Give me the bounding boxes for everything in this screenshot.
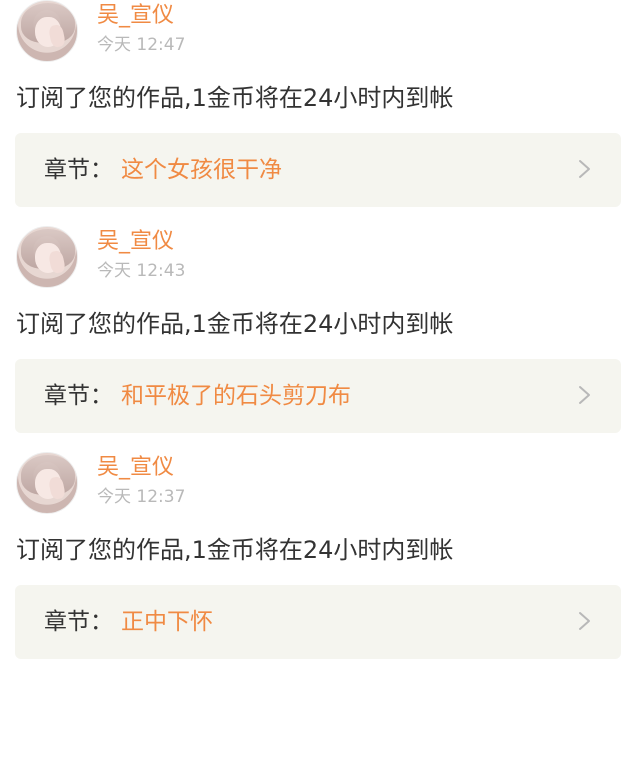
chapter-link[interactable]: 章节： 正中下怀: [15, 585, 621, 659]
notification-message: 订阅了您的作品,1金币将在24小时内到帐: [16, 536, 454, 564]
timestamp: 今天 12:43: [97, 261, 186, 281]
notification-card: 吴_宣仪 今天 12:43 订阅了您的作品,1金币将在24小时内到帐 章节： 和…: [0, 226, 640, 452]
chevron-right-icon: [579, 386, 590, 404]
notification-message: 订阅了您的作品,1金币将在24小时内到帐: [16, 84, 454, 112]
chevron-right-icon: [579, 612, 590, 630]
chapter-title: 这个女孩很干净: [121, 157, 282, 183]
username[interactable]: 吴_宣仪: [97, 456, 174, 480]
timestamp: 今天 12:47: [97, 35, 186, 55]
notification-feed: 吴_宣仪 今天 12:47 订阅了您的作品,1金币将在24小时内到帐 章节： 这…: [0, 0, 640, 678]
notification-message: 订阅了您的作品,1金币将在24小时内到帐: [16, 310, 454, 338]
chevron-right-icon: [579, 160, 590, 178]
chapter-prefix: 章节：: [44, 383, 113, 409]
chapter-link[interactable]: 章节： 和平极了的石头剪刀布: [15, 359, 621, 433]
avatar[interactable]: [16, 226, 78, 288]
chapter-prefix: 章节：: [44, 157, 113, 183]
chapter-title: 正中下怀: [121, 609, 213, 635]
username[interactable]: 吴_宣仪: [97, 230, 174, 254]
chapter-title: 和平极了的石头剪刀布: [121, 383, 351, 409]
notification-card: 吴_宣仪 今天 12:37 订阅了您的作品,1金币将在24小时内到帐 章节： 正…: [0, 452, 640, 678]
avatar[interactable]: [16, 0, 78, 62]
avatar[interactable]: [16, 452, 78, 514]
notification-card: 吴_宣仪 今天 12:47 订阅了您的作品,1金币将在24小时内到帐 章节： 这…: [0, 0, 640, 226]
chapter-link[interactable]: 章节： 这个女孩很干净: [15, 133, 621, 207]
chapter-prefix: 章节：: [44, 609, 113, 635]
timestamp: 今天 12:37: [97, 487, 186, 507]
username[interactable]: 吴_宣仪: [97, 4, 174, 28]
